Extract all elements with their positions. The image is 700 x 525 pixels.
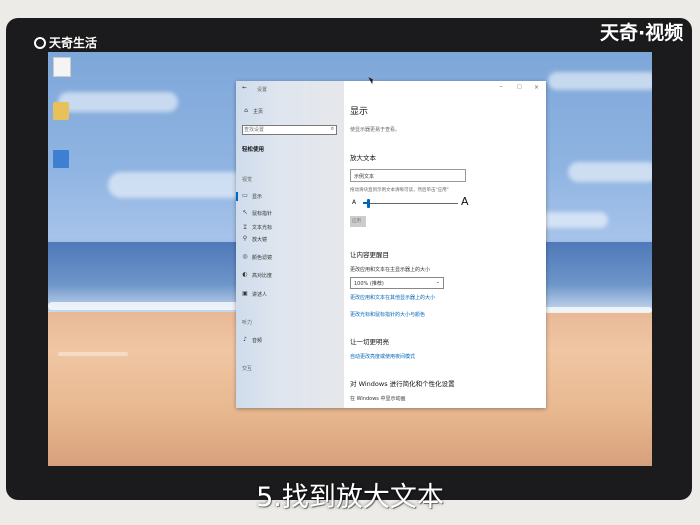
- sidebar-item-text-cursor[interactable]: Ɪ 文本光标: [236, 222, 344, 233]
- sidebar-item-high-contrast[interactable]: ◐ 高对比度: [236, 270, 344, 281]
- color-filter-icon: ◎: [242, 253, 248, 260]
- simplify-heading: 对 Windows 进行简化和个性化设置: [350, 380, 455, 388]
- sidebar-item-label: 鼠标指针: [252, 211, 273, 217]
- sample-text: 示例文本: [354, 174, 375, 180]
- sidebar-item-magnifier[interactable]: ⚲ 放大镜: [236, 234, 344, 245]
- brand-logo-left-text: 天奇生活: [49, 36, 98, 50]
- sidebar-item-display[interactable]: ▭ 显示: [236, 191, 344, 202]
- search-input[interactable]: [244, 126, 324, 134]
- section-label-hearing: 听力: [242, 320, 253, 326]
- slider-track[interactable]: [363, 203, 458, 204]
- brighter-heading: 让一切更明亮: [350, 338, 389, 346]
- video-caption: 5.找到放大文本: [256, 482, 444, 513]
- close-button[interactable]: ×: [534, 84, 539, 91]
- minimize-button[interactable]: −: [499, 84, 503, 90]
- sample-text-box: 示例文本: [350, 169, 466, 182]
- mouse-pointer-icon: ↖: [242, 209, 248, 216]
- maximize-button[interactable]: □: [517, 84, 522, 90]
- search-icon[interactable]: ⌕: [331, 126, 334, 133]
- settings-window: ← 设置 ⌂ 主页 ⌕ 轻松使用 视觉 ▭ 显示 ↖ 鼠标指针 Ɪ 文本光标 ⚲…: [236, 81, 546, 408]
- sidebar-item-label: 放大镜: [252, 237, 268, 243]
- audio-icon: ♪: [243, 336, 247, 343]
- high-contrast-icon: ◐: [242, 271, 248, 278]
- scale-dropdown-value: 100% (推荐): [354, 281, 384, 287]
- sidebar-item-color-filter[interactable]: ◎ 颜色滤镜: [236, 252, 344, 263]
- slider-large-a: A: [461, 195, 469, 208]
- slider-instruction: 拖动滑块直到示例文本清晰可读，然后单击"应用": [350, 188, 449, 193]
- sidebar-item-label: 文本光标: [252, 225, 273, 231]
- settings-main: − □ × 显示 使显示器更易于查看。 放大文本 示例文本 拖动滑块直到示例文本…: [344, 81, 546, 408]
- brand-swirl-icon: [34, 36, 46, 49]
- sidebar-item-label: 讲述人: [252, 292, 268, 298]
- slider-small-a: A: [352, 199, 357, 206]
- desktop-folder-icon[interactable]: [53, 102, 69, 120]
- sidebar-item-label: 颜色滤镜: [252, 255, 273, 261]
- category-title: 轻松使用: [242, 147, 265, 153]
- sidebar-item-home[interactable]: ⌂ 主页: [242, 107, 338, 116]
- narrator-icon: ▣: [242, 290, 248, 297]
- apply-button-label: 应用: [352, 219, 361, 224]
- brand-logo-left: 天奇生活: [34, 34, 97, 51]
- make-bigger-heading: 让内容更醒目: [350, 251, 389, 259]
- scale-label: 更改应用和文本在主显示器上的大小: [350, 267, 431, 273]
- page-title: 显示: [350, 107, 369, 117]
- search-box[interactable]: ⌕: [242, 125, 337, 135]
- scale-dropdown[interactable]: 100% (推荐) ⌄: [350, 277, 444, 289]
- text-cursor-icon: Ɪ: [243, 224, 247, 231]
- window-title: 设置: [257, 87, 268, 93]
- sidebar-item-narrator[interactable]: ▣ 讲述人: [236, 289, 344, 300]
- display-icon: ▭: [242, 192, 248, 199]
- selected-indicator: [236, 192, 238, 201]
- sidebar-item-label: 主页: [253, 109, 264, 115]
- chevron-down-icon: ⌄: [435, 279, 440, 285]
- sidebar-item-label: 显示: [252, 194, 263, 200]
- brand-logo-right: 天奇·视频: [600, 22, 684, 44]
- sidebar-item-audio[interactable]: ♪ 音频: [236, 335, 344, 346]
- enlarge-text-heading: 放大文本: [350, 154, 376, 162]
- section-label-interaction: 交互: [242, 366, 253, 372]
- section-label-vision: 视觉: [242, 177, 253, 183]
- page-subtitle: 使显示器更易于查看。: [350, 127, 401, 133]
- magnifier-icon: ⚲: [242, 235, 248, 242]
- link-night-light[interactable]: 自动更改亮度或使用夜间模式: [350, 353, 415, 360]
- sidebar-item-mouse-pointer[interactable]: ↖ 鼠标指针: [236, 208, 344, 219]
- text-size-slider[interactable]: A A: [350, 195, 470, 209]
- settings-sidebar: ← 设置 ⌂ 主页 ⌕ 轻松使用 视觉 ▭ 显示 ↖ 鼠标指针 Ɪ 文本光标 ⚲…: [236, 81, 344, 408]
- desktop-file-icon[interactable]: [53, 57, 71, 77]
- sidebar-item-label: 音频: [252, 338, 263, 344]
- slider-thumb[interactable]: [366, 199, 370, 208]
- show-animations-label: 在 Windows 中显示动画: [350, 396, 406, 402]
- sidebar-item-label: 高对比度: [252, 273, 273, 279]
- link-pointer-size[interactable]: 更改光标和鼠标指针的大小与颜色: [350, 311, 425, 318]
- home-icon: ⌂: [244, 107, 248, 114]
- link-other-display-size[interactable]: 更改应用和文本在其他显示器上的大小: [350, 294, 435, 301]
- apply-button[interactable]: 应用: [350, 216, 366, 227]
- desktop-computer-icon[interactable]: [53, 150, 69, 168]
- back-arrow-icon[interactable]: ←: [242, 85, 247, 91]
